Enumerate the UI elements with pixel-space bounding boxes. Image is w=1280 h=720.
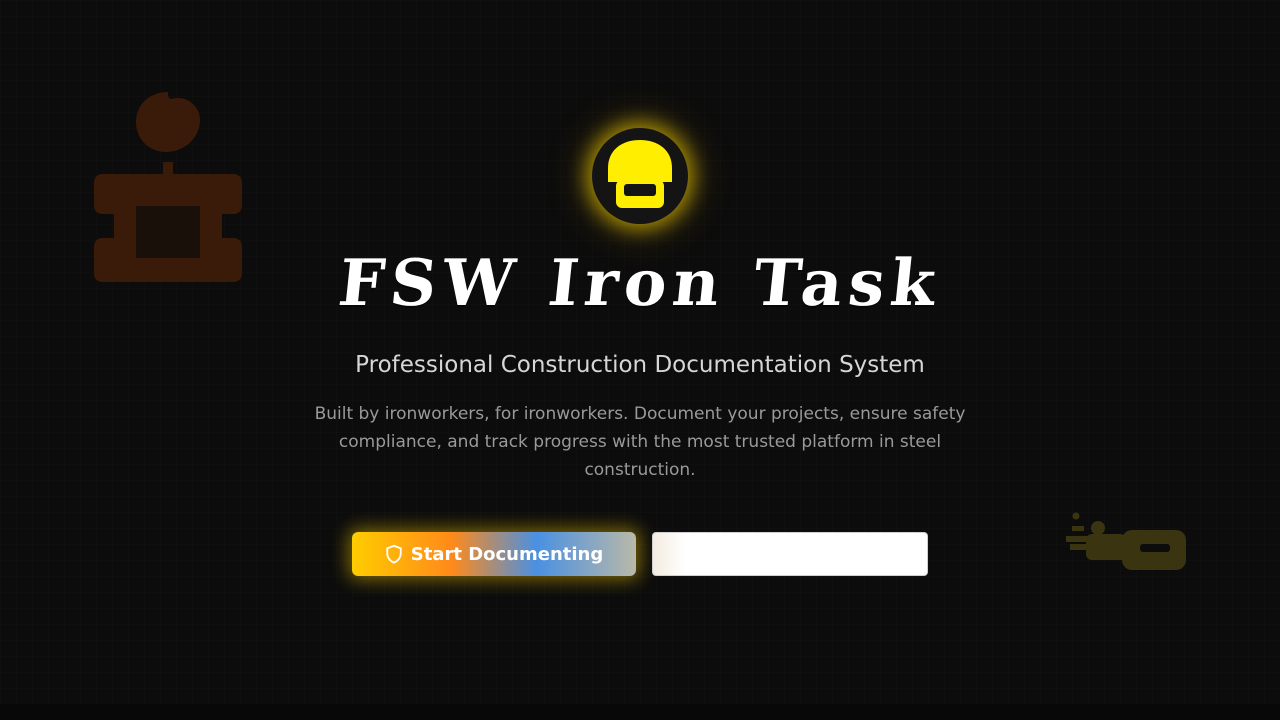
page-subtitle: Professional Construction Documentation … xyxy=(355,352,925,378)
page-title: FSW Iron Task xyxy=(334,246,946,321)
start-documenting-button[interactable]: Start Documenting xyxy=(352,532,636,576)
hard-hat-icon xyxy=(608,140,672,208)
bolt-wrench-icon xyxy=(1066,512,1186,570)
logo-badge xyxy=(592,128,688,224)
secondary-action-button[interactable] xyxy=(652,532,928,576)
landing-page: FSW Iron Task Professional Construction … xyxy=(0,0,1280,720)
shield-icon xyxy=(386,544,402,564)
page-description: Built by ironworkers, for ironworkers. D… xyxy=(314,404,966,480)
footer-strip xyxy=(0,704,1280,720)
start-documenting-label: Start Documenting xyxy=(410,543,604,565)
